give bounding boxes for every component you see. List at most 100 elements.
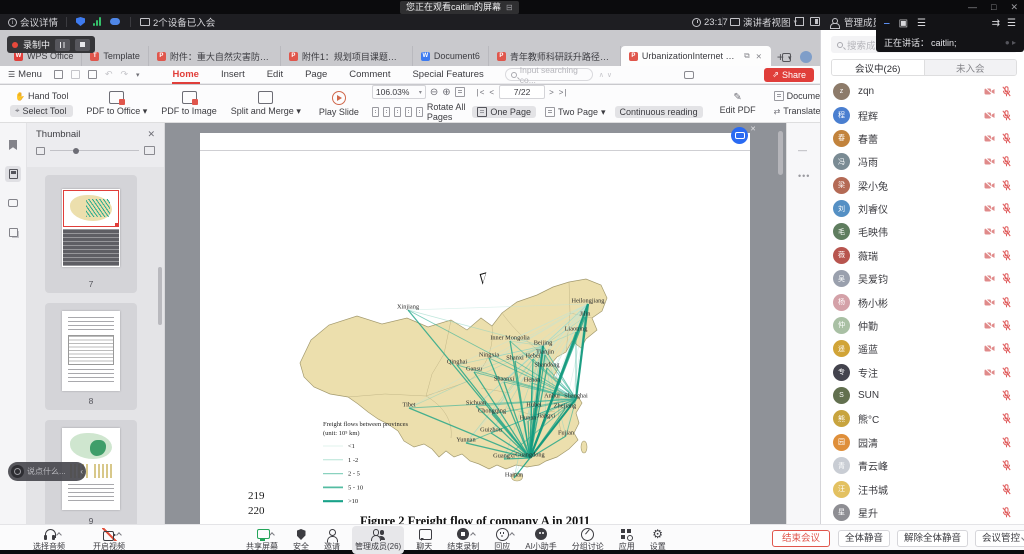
continuous-reading-button[interactable]: Continuous reading: [615, 106, 703, 118]
stop-recording-button[interactable]: [75, 39, 90, 51]
page-thumbnail-card[interactable]: 7: [45, 175, 137, 293]
wps-tab[interactable]: P附件1：规划项目课题指南.pdf: [281, 46, 413, 66]
pdf-to-office-button[interactable]: PDF to Office ▾: [79, 91, 154, 117]
participant-row[interactable]: 杨 杨小彬: [821, 290, 1024, 313]
search-prev-next-icons[interactable]: ∧∨: [599, 71, 615, 79]
float-menu-icon[interactable]: ☰: [1007, 18, 1016, 29]
menu-tab-insert[interactable]: Insert: [210, 66, 256, 84]
cloud-record-icon[interactable]: [110, 18, 120, 25]
tab-restore-icon[interactable]: ⧉: [743, 51, 750, 61]
caption-toast[interactable]: 说点什么... ‹: [8, 462, 86, 481]
wps-window-restore-icon[interactable]: [782, 53, 791, 62]
document-scrollbar[interactable]: [778, 131, 783, 175]
message-icon[interactable]: [684, 71, 694, 79]
page-thumbnail-card[interactable]: 8: [45, 303, 137, 410]
participant-row[interactable]: 仲 仲勤: [821, 314, 1024, 337]
play-slide-button[interactable]: Play Slide: [312, 91, 366, 117]
slider-knob[interactable]: [73, 148, 79, 154]
participant-row[interactable]: 梁 梁小兔: [821, 174, 1024, 197]
fullscreen-icon[interactable]: [795, 17, 804, 26]
save-icon[interactable]: [71, 70, 80, 79]
two-page-button[interactable]: Two Page ▾: [540, 106, 611, 119]
rotate-right-icon[interactable]: [416, 107, 423, 117]
wps-menu-button[interactable]: ☰Menu: [0, 69, 50, 80]
network-signal-icon[interactable]: [93, 17, 102, 26]
caption-collapse-icon[interactable]: ‹: [76, 467, 83, 476]
float-list-icon[interactable]: ☰: [917, 18, 926, 29]
edit-pdf-button[interactable]: ✎Edit PDF: [713, 92, 763, 115]
participant-row[interactable]: S SUN: [821, 384, 1024, 407]
open-file-icon[interactable]: [54, 70, 63, 79]
maximize-button[interactable]: □: [991, 0, 996, 14]
comment-panel-icon[interactable]: [5, 195, 21, 211]
document-area[interactable]: XinjiangTibetQinghaiGansuInner MongoliaN…: [165, 123, 786, 524]
participant-row[interactable]: 遥 遥蓝: [821, 337, 1024, 360]
zoom-out-icon[interactable]: ⊖: [430, 87, 438, 98]
wps-tab[interactable]: P附件：重大自然灾害防控与公共安: [149, 46, 281, 66]
undo-icon[interactable]: ↶: [105, 69, 113, 80]
view-mode-button[interactable]: 演讲者视图 ▾: [730, 14, 797, 30]
minimize-button[interactable]: —: [968, 0, 977, 14]
toggle-panel-icon[interactable]: [810, 17, 820, 26]
tab-close-icon[interactable]: ✕: [755, 52, 763, 61]
menu-tab-page[interactable]: Page: [294, 66, 338, 84]
bookmark-panel-icon[interactable]: [5, 137, 21, 153]
float-layout-icon[interactable]: ▣: [899, 18, 908, 29]
redo-icon[interactable]: ↷: [120, 69, 128, 80]
pdf-to-image-button[interactable]: PDF to Image: [154, 91, 224, 116]
participant-row[interactable]: 汪 汪书城: [821, 477, 1024, 500]
participant-row[interactable]: z zqn: [821, 80, 1024, 103]
participant-row[interactable]: 园 园清: [821, 431, 1024, 454]
share-button[interactable]: ⇗Share: [764, 68, 814, 82]
participant-row[interactable]: 薇 薇瑞: [821, 244, 1024, 267]
menu-tab-home[interactable]: Home: [162, 66, 210, 84]
thumbnail-size-slider[interactable]: [27, 144, 164, 161]
collapse-dash-icon[interactable]: —: [798, 145, 807, 155]
banner-caption-icon[interactable]: ⊟: [506, 1, 513, 14]
thumbnail-panel-icon[interactable]: [5, 166, 21, 182]
float-minimize-icon[interactable]: ‒: [884, 18, 890, 29]
rotate-all-pages-button[interactable]: Rotate All Pages: [427, 102, 469, 122]
layers-panel-icon[interactable]: [5, 224, 21, 240]
print-icon[interactable]: [88, 70, 97, 79]
participant-row[interactable]: 程 程辉: [821, 103, 1024, 126]
prev-page-icon[interactable]: <: [489, 88, 495, 97]
last-page-icon[interactable]: >|: [559, 88, 568, 97]
pause-recording-button[interactable]: [55, 39, 70, 51]
tab-in-meeting[interactable]: 会议中(26): [832, 60, 925, 75]
view-tool-3-icon[interactable]: [394, 107, 401, 117]
view-tool-1-icon[interactable]: [372, 107, 379, 117]
view-tool-2-icon[interactable]: [383, 107, 390, 117]
zoom-in-icon[interactable]: ⊕: [442, 87, 450, 98]
mute-all-button[interactable]: 全体静音: [838, 530, 890, 547]
wps-search-box[interactable]: Input searching co...: [505, 68, 593, 81]
wps-account-avatar[interactable]: [800, 51, 812, 63]
split-merge-button[interactable]: Split and Merge ▾: [224, 91, 308, 117]
participant-row[interactable]: 毛 毛映伟: [821, 220, 1024, 243]
fit-page-icon[interactable]: [455, 87, 465, 97]
participant-row[interactable]: 吴 吴爱钧: [821, 267, 1024, 290]
page-number-input[interactable]: 7/22: [499, 85, 545, 99]
wps-tab[interactable]: PUrbanizationInternet and I⧉✕: [621, 46, 771, 66]
one-page-button[interactable]: One Page: [472, 106, 536, 118]
wps-tab[interactable]: WDocument6: [413, 46, 489, 66]
rotate-left-icon[interactable]: [405, 107, 412, 117]
wps-ai-floating-button[interactable]: [731, 127, 748, 144]
menu-tab-edit[interactable]: Edit: [256, 66, 294, 84]
unmute-all-button[interactable]: 解除全体静音: [897, 530, 968, 547]
hand-tool-button[interactable]: ✋Hand Tool: [10, 90, 73, 102]
menu-tab-comment[interactable]: Comment: [338, 66, 401, 84]
devices-joined[interactable]: 2个设备已入会: [140, 14, 215, 30]
wps-tab[interactable]: P青年教师科研跃升路径分享.pp: [489, 46, 621, 66]
meeting-details-button[interactable]: i 会议详情: [8, 14, 58, 30]
first-page-icon[interactable]: |<: [477, 88, 486, 97]
end-meeting-button[interactable]: 结束会议: [772, 530, 830, 547]
tab-not-joined[interactable]: 未入会: [925, 60, 1017, 75]
more-actions-icon[interactable]: ▾: [136, 71, 140, 79]
ai-close-icon[interactable]: ✕: [750, 125, 756, 133]
select-tool-button[interactable]: ⌖Select Tool: [10, 105, 73, 117]
meeting-controls-button[interactable]: 会议管控: [975, 530, 1024, 547]
thumbnail-scrollbar[interactable]: [158, 267, 162, 325]
zoom-level-select[interactable]: 106.03%▾: [372, 85, 426, 99]
menu-tab-special-features[interactable]: Special Features: [401, 66, 494, 84]
